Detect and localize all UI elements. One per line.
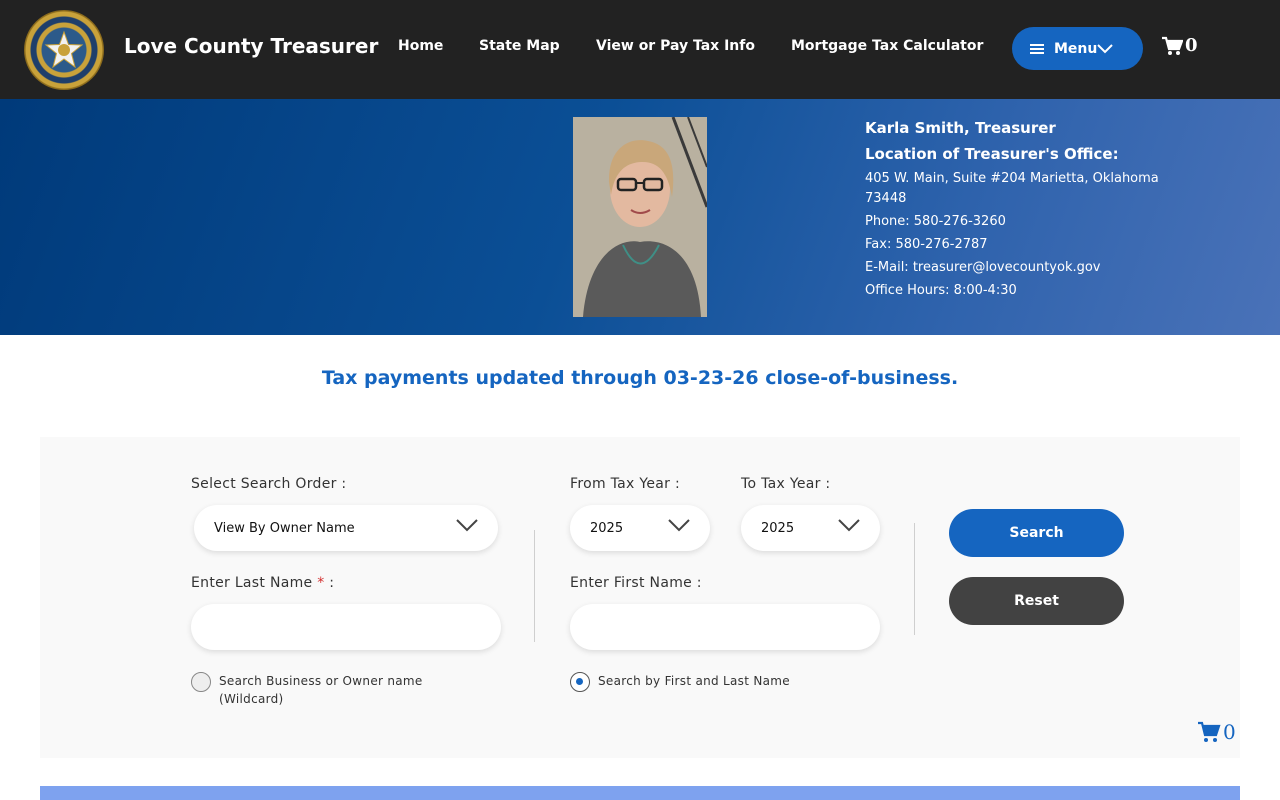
site-title[interactable]: Love County Treasurer: [124, 34, 378, 58]
reset-button[interactable]: Reset: [949, 577, 1124, 625]
state-seal-logo[interactable]: [24, 10, 104, 90]
hamburger-icon: [1030, 43, 1044, 54]
chevron-down-icon: [1097, 43, 1114, 53]
column-divider: [914, 523, 915, 635]
wildcard-search-radio[interactable]: [191, 672, 211, 692]
shopping-cart-icon: [1198, 721, 1221, 742]
nav-state-map-link[interactable]: State Map: [479, 38, 560, 54]
wildcard-search-radio-label[interactable]: Search Business or Owner name (Wildcard): [219, 672, 479, 708]
last-name-label-colon: :: [329, 575, 335, 591]
chevron-down-icon: [838, 519, 860, 532]
from-tax-year-label: From Tax Year :: [570, 476, 680, 492]
search-order-value: View By Owner Name: [214, 520, 355, 536]
menu-button[interactable]: Menu: [1012, 27, 1143, 70]
from-tax-year-select[interactable]: 2025: [570, 505, 710, 551]
treasurer-photo: [573, 117, 707, 317]
to-tax-year-label: To Tax Year :: [741, 476, 831, 492]
office-fax: Fax: 580-276-2787: [865, 237, 988, 252]
search-order-label: Select Search Order :: [191, 476, 347, 492]
shopping-cart-icon: [1162, 36, 1183, 55]
column-divider: [534, 530, 535, 642]
office-phone: Phone: 580-276-3260: [865, 214, 1006, 229]
first-name-label: Enter First Name :: [570, 575, 702, 591]
chevron-down-icon: [668, 519, 690, 532]
last-name-input[interactable]: [191, 604, 501, 650]
last-name-label-text: Enter Last Name: [191, 575, 313, 591]
menu-button-label: Menu: [1054, 40, 1098, 57]
search-order-select[interactable]: View By Owner Name: [194, 505, 498, 551]
office-hours: Office Hours: 8:00-4:30: [865, 283, 1017, 298]
first-name-input[interactable]: [570, 604, 880, 650]
cart-link-panel[interactable]: 0: [1197, 720, 1236, 744]
nav-view-pay-tax-link[interactable]: View or Pay Tax Info: [596, 38, 755, 54]
cart-link-header[interactable]: 0: [1161, 35, 1198, 56]
top-header: Love County Treasurer Home State Map Vie…: [0, 0, 1280, 99]
required-asterisk: *: [317, 575, 325, 591]
office-address: 405 W. Main, Suite #204 Marietta, Oklaho…: [865, 171, 1159, 206]
tax-search-panel: Select Search Order : View By Owner Name…: [40, 437, 1240, 758]
last-name-label: Enter Last Name * :: [191, 575, 334, 591]
from-tax-year-value: 2025: [590, 520, 624, 536]
results-header-strip: [40, 786, 1240, 800]
nav-mortgage-calculator-link[interactable]: Mortgage Tax Calculator: [791, 38, 983, 54]
first-last-search-radio-label[interactable]: Search by First and Last Name: [598, 672, 858, 690]
treasurer-contact-info: Karla Smith, Treasurer Location of Treas…: [865, 119, 1195, 304]
cart-count-header: 0: [1185, 35, 1198, 56]
treasurer-banner: Karla Smith, Treasurer Location of Treas…: [0, 99, 1280, 335]
first-last-search-radio[interactable]: [570, 672, 590, 692]
nav-home-link[interactable]: Home: [398, 38, 443, 54]
treasurer-name: Karla Smith, Treasurer: [865, 119, 1056, 137]
payments-updated-notice: Tax payments updated through 03-23-26 cl…: [321, 367, 959, 389]
office-location-heading: Location of Treasurer's Office:: [865, 145, 1119, 163]
chevron-down-icon: [456, 519, 478, 532]
search-button[interactable]: Search: [949, 509, 1124, 557]
to-tax-year-value: 2025: [761, 520, 795, 536]
to-tax-year-select[interactable]: 2025: [741, 505, 880, 551]
office-email: E-Mail: treasurer@lovecountyok.gov: [865, 260, 1101, 275]
cart-count-panel: 0: [1223, 720, 1236, 744]
